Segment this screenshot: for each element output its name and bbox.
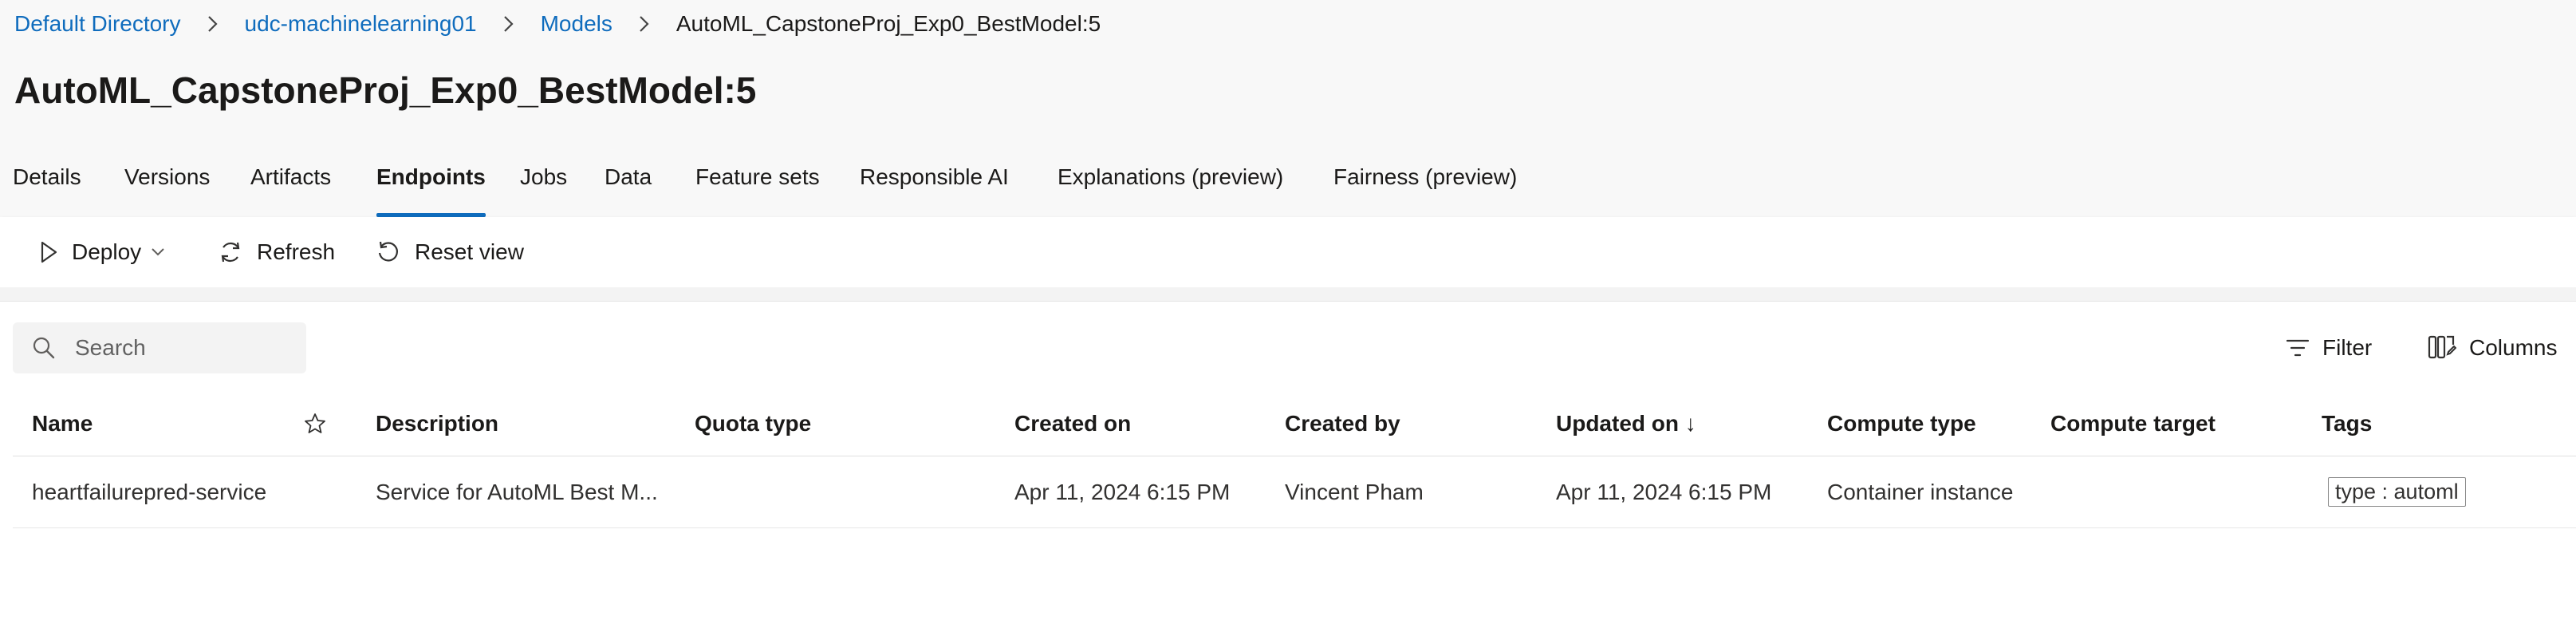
breadcrumb-default-directory[interactable]: Default Directory (14, 11, 181, 37)
breadcrumb-models[interactable]: Models (541, 11, 612, 37)
play-icon (41, 241, 57, 263)
column-header-created-on[interactable]: Created on (1014, 391, 1131, 456)
search-input[interactable] (75, 335, 298, 361)
reset-view-button[interactable]: Reset view (375, 217, 524, 287)
tab-explanations[interactable]: Explanations (preview) (1058, 160, 1283, 217)
columns-label: Columns (2469, 335, 2558, 360)
tab-label: Explanations (preview) (1058, 164, 1284, 189)
columns-button[interactable]: Columns (2428, 322, 2557, 373)
chevron-right-icon (202, 13, 224, 35)
cell-tags: type : automl (2328, 456, 2466, 527)
endpoints-table: Name Description Quota type Created on C… (13, 391, 2576, 528)
tab-label: Endpoints (376, 164, 486, 189)
tab-fairness[interactable]: Fairness (preview) (1333, 160, 1517, 217)
tab-details[interactable]: Details (13, 160, 81, 217)
column-header-name[interactable]: Name (32, 391, 93, 456)
page-title: AutoML_CapstoneProj_Exp0_BestModel:5 (14, 69, 757, 111)
tab-jobs[interactable]: Jobs (520, 160, 567, 217)
chevron-right-icon (498, 13, 520, 35)
toolbar-divider (0, 287, 2576, 302)
filter-icon (2286, 339, 2310, 357)
table-row[interactable]: heartfailurepred-service Service for Aut… (13, 456, 2576, 528)
cell-description: Service for AutoML Best M... (376, 479, 658, 504)
column-header-created-by[interactable]: Created by (1285, 391, 1400, 456)
chevron-right-icon (633, 13, 656, 35)
columns-icon (2428, 335, 2456, 359)
tab-label: Data (605, 164, 652, 189)
tab-label: Feature sets (695, 164, 820, 189)
tab-responsible-ai[interactable]: Responsible AI (860, 160, 1009, 217)
refresh-button[interactable]: Refresh (217, 217, 335, 287)
tab-label: Fairness (preview) (1333, 164, 1518, 189)
cell-created-on: Apr 11, 2024 6:15 PM (1014, 479, 1231, 504)
tab-versions[interactable]: Versions (124, 160, 210, 217)
column-header-quota-type[interactable]: Quota type (695, 391, 811, 456)
tab-label: Jobs (520, 164, 568, 189)
reset-view-label: Reset view (415, 239, 524, 264)
reset-icon (378, 241, 398, 262)
command-bar: Deploy Refresh Reset view (0, 217, 2576, 287)
search-box[interactable] (13, 322, 306, 373)
tab-label: Versions (124, 164, 211, 189)
column-header-updated-on[interactable]: Updated on ↓ (1556, 391, 1696, 456)
column-header-compute-target[interactable]: Compute target (2050, 391, 2216, 456)
search-icon (33, 337, 55, 359)
chevron-down-icon (152, 248, 164, 256)
tab-artifacts[interactable]: Artifacts (250, 160, 331, 217)
tab-feature-sets[interactable]: Feature sets (695, 160, 820, 217)
filter-label: Filter (2322, 335, 2373, 360)
page-header-area: Default Directory udc-machinelearning01 … (0, 0, 2576, 217)
deploy-label: Deploy (72, 239, 142, 264)
refresh-label: Refresh (257, 239, 336, 264)
tab-label: Details (13, 164, 81, 189)
column-header-tags[interactable]: Tags (2322, 391, 2372, 456)
column-header-description[interactable]: Description (376, 391, 498, 456)
filter-button[interactable]: Filter (2286, 322, 2372, 373)
table-header-row: Name Description Quota type Created on C… (13, 391, 2576, 456)
cell-created-by: Vincent Pham (1285, 479, 1424, 504)
tab-endpoints[interactable]: Endpoints (376, 160, 486, 217)
cell-updated-on: Apr 11, 2024 6:15 PM (1556, 479, 1772, 504)
column-header-compute-type[interactable]: Compute type (1827, 391, 1976, 456)
tab-label: Responsible AI (860, 164, 1009, 189)
cell-compute-type: Container instance (1827, 479, 2014, 504)
tag-chip: type : automl (2328, 477, 2466, 507)
star-icon[interactable] (303, 391, 327, 456)
breadcrumb-workspace[interactable]: udc-machinelearning01 (245, 11, 477, 37)
tab-data[interactable]: Data (605, 160, 652, 217)
endpoint-name-link[interactable]: heartfailurepred-service (32, 456, 266, 527)
breadcrumb: Default Directory udc-machinelearning01 … (14, 6, 1101, 41)
breadcrumb-current: AutoML_CapstoneProj_Exp0_BestModel:5 (676, 11, 1101, 36)
tab-label: Artifacts (250, 164, 332, 189)
refresh-icon (221, 242, 240, 263)
deploy-button[interactable]: Deploy (38, 217, 165, 287)
